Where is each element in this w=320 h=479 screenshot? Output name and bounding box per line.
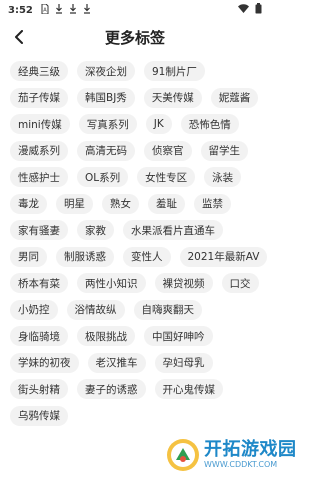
tag-chip[interactable]: 韩国BJ秀 xyxy=(77,87,135,108)
back-arrow-icon[interactable] xyxy=(6,24,32,50)
tag-chip[interactable]: 家教 xyxy=(77,220,114,241)
tag-chip[interactable]: 天美传媒 xyxy=(143,87,202,108)
watermark-url: WWW.CDDKT.COM xyxy=(204,460,278,469)
tag-row: 乌鸦传媒 xyxy=(10,403,266,430)
sim-card-icon: A xyxy=(41,3,49,17)
tag-chip[interactable]: 浴情故纵 xyxy=(66,299,125,320)
watermark: 开拓游戏园 WWW.CDDKT.COM xyxy=(166,433,316,477)
tag-chip[interactable]: OL系列 xyxy=(77,167,129,188)
tag-row: 街头射精 妻子的诱惑 开心鬼传媒 xyxy=(10,376,266,403)
tag-chip[interactable]: 孕妇母乳 xyxy=(154,352,213,373)
tag-chip[interactable]: 91制片厂 xyxy=(144,61,205,82)
watermark-name: 开拓游戏园 xyxy=(204,439,297,460)
tag-chip[interactable]: 恐怖色情 xyxy=(180,114,239,135)
tag-chip[interactable]: 毒龙 xyxy=(10,193,47,214)
tag-chip[interactable]: 水果派看片直通车 xyxy=(123,220,223,241)
tag-chip[interactable]: 桥本有菜 xyxy=(10,273,68,294)
svg-text:A: A xyxy=(43,7,47,13)
tag-row: 茄子传媒 韩国BJ秀 天美传媒 妮蔻酱 xyxy=(10,85,266,112)
tag-chip[interactable]: 性感护士 xyxy=(10,167,68,188)
tag-chip[interactable]: 侦察官 xyxy=(144,140,192,161)
tag-chip[interactable]: 妻子的诱惑 xyxy=(77,379,146,400)
tag-chip[interactable]: 监禁 xyxy=(194,193,231,214)
tag-row: 身临骑境 极限挑战 中国好呻吟 xyxy=(10,323,266,350)
tag-chip[interactable]: 泳装 xyxy=(204,167,242,188)
tag-chip[interactable]: 女性专区 xyxy=(137,167,196,188)
tag-row: 桥本有菜 两性小知识 裸贷视频 口交 xyxy=(10,270,266,297)
tag-row: mini传媒 写真系列 JK 恐怖色情 xyxy=(10,111,266,138)
watermark-logo-icon xyxy=(167,439,199,471)
tag-chip[interactable]: 熟女 xyxy=(102,193,139,214)
status-time: 3:52 xyxy=(8,4,33,16)
wifi-icon xyxy=(238,4,249,16)
battery-icon xyxy=(255,3,262,17)
tag-chip[interactable]: 明星 xyxy=(56,193,93,214)
tag-row: 家有骚妻 家教 水果派看片直通车 xyxy=(10,217,266,244)
tag-chip[interactable]: 乌鸦传媒 xyxy=(10,405,68,426)
tag-chip[interactable]: 街头射精 xyxy=(10,379,68,400)
tag-row: 毒龙 明星 熟女 羞耻 监禁 xyxy=(10,191,266,218)
tag-row: 性感护士 OL系列 女性专区 泳装 xyxy=(10,164,266,191)
tag-chip[interactable]: 身临骑境 xyxy=(10,326,68,347)
tag-chip[interactable]: 开心鬼传媒 xyxy=(154,379,223,400)
tag-list: 经典三级 深夜企划 91制片厂 茄子传媒 韩国BJ秀 天美传媒 妮蔻酱 mini传媒 写真系列 J… xyxy=(10,58,268,430)
tag-chip[interactable]: 家有骚妻 xyxy=(10,220,68,241)
tag-chip[interactable]: 老汉推车 xyxy=(87,352,146,373)
tag-chip[interactable]: 学妹的初夜 xyxy=(10,352,79,373)
tag-row: 男同 制服诱惑 变性人 2021年最新AV xyxy=(10,244,268,271)
tag-chip[interactable]: 中国好呻吟 xyxy=(144,326,213,347)
download-icon xyxy=(69,3,77,17)
tag-chip[interactable]: 留学生 xyxy=(200,140,248,161)
tag-chip[interactable]: 羞耻 xyxy=(148,193,185,214)
tag-chip[interactable]: 口交 xyxy=(221,273,259,294)
tag-chip[interactable]: 制服诱惑 xyxy=(56,246,114,267)
tag-row: 经典三级 深夜企划 91制片厂 xyxy=(10,58,266,85)
tag-chip[interactable]: 男同 xyxy=(10,246,47,267)
tag-row: 漫威系列 高清无码 侦察官 留学生 xyxy=(10,138,266,165)
tag-chip[interactable]: 深夜企划 xyxy=(77,61,135,82)
tag-row: 小奶控 浴情故纵 自嗨爽翻天 xyxy=(10,297,266,324)
tag-chip[interactable]: 高清无码 xyxy=(77,140,135,161)
tag-chip[interactable]: 经典三级 xyxy=(10,61,68,82)
status-bar: 3:52 A xyxy=(0,0,270,20)
tag-chip[interactable]: 变性人 xyxy=(123,246,171,267)
tag-chip[interactable]: 茄子传媒 xyxy=(10,87,68,108)
tag-chip[interactable]: 极限挑战 xyxy=(77,326,135,347)
tag-chip[interactable]: JK xyxy=(145,114,172,135)
app-bar: 更多标签 xyxy=(0,20,270,54)
tag-chip[interactable]: mini传媒 xyxy=(10,114,70,135)
tag-chip[interactable]: 两性小知识 xyxy=(77,273,146,294)
tag-chip[interactable]: 妮蔻酱 xyxy=(210,87,259,108)
tag-chip[interactable]: 自嗨爽翻天 xyxy=(133,299,202,320)
tag-chip[interactable]: 漫威系列 xyxy=(10,140,68,161)
tag-chip[interactable]: 写真系列 xyxy=(78,114,137,135)
tag-chip[interactable]: 小奶控 xyxy=(10,299,58,320)
tag-chip[interactable]: 2021年最新AV xyxy=(179,246,268,267)
tag-chip[interactable]: 裸贷视频 xyxy=(154,273,213,294)
page-title: 更多标签 xyxy=(104,28,165,47)
download-icon xyxy=(55,3,63,17)
download-icon xyxy=(83,3,91,17)
tag-row: 学妹的初夜 老汉推车 孕妇母乳 xyxy=(10,350,266,377)
